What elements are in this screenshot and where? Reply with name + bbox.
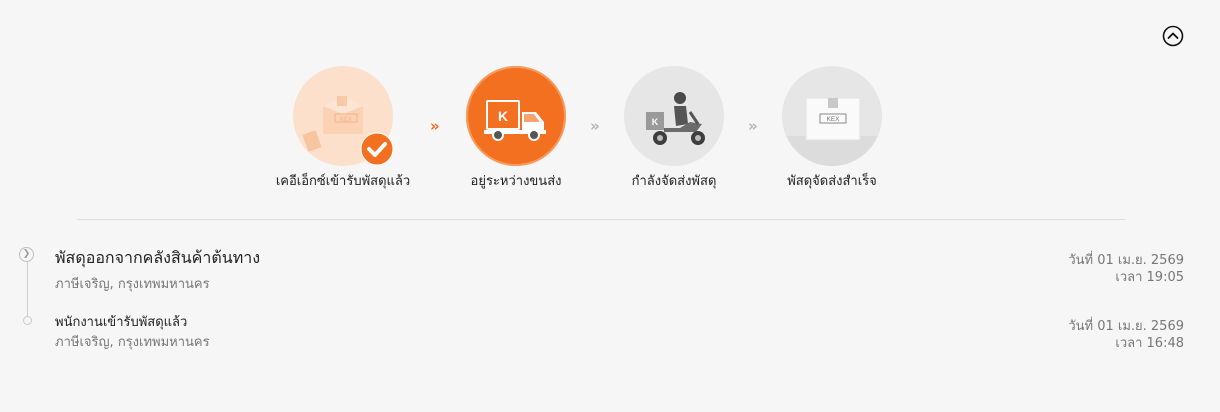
step-arrow-icon: » bbox=[590, 117, 600, 135]
svg-text:K: K bbox=[652, 117, 659, 127]
step-picked-up: KEX เคอีเอ็กซ์เข้ารับพัสดุแล้ว bbox=[276, 66, 410, 189]
step-delivered: KEX พัสดุจัดส่งสำเร็จ bbox=[782, 66, 882, 189]
timeline-current-chevron-icon: ❯ bbox=[19, 247, 34, 262]
box-icon: KEX bbox=[293, 66, 394, 166]
svg-text:KEX: KEX bbox=[340, 117, 352, 123]
step-label: พัสดุจัดส่งสำเร็จ bbox=[787, 174, 877, 189]
event-title: พัสดุออกจากคลังสินค้าต้นทาง bbox=[55, 248, 261, 267]
step-out-for-delivery: K กำลังจัดส่งพัสดุ bbox=[624, 66, 724, 189]
step-label: กำลังจัดส่งพัสดุ bbox=[631, 174, 717, 189]
event-time: เวลา 19:05 bbox=[1115, 270, 1184, 285]
event-location: ภาษีเจริญ, กรุงเทพมหานคร bbox=[55, 277, 210, 292]
check-badge-icon bbox=[360, 132, 394, 166]
truck-icon: K bbox=[466, 66, 566, 166]
step-label: เคอีเอ็กซ์เข้ารับพัสดุแล้ว bbox=[275, 174, 411, 189]
timeline-line bbox=[27, 262, 28, 316]
event-datetime: วันที่ 01 เม.ย. 2569 เวลา 19:05 bbox=[1068, 252, 1184, 286]
step-label: อยู่ระหว่างขนส่ง bbox=[470, 174, 562, 189]
step-arrow-icon: » bbox=[748, 117, 758, 135]
event-time: เวลา 16:48 bbox=[1115, 336, 1184, 351]
step-arrow-icon: » bbox=[430, 117, 440, 135]
box-icon: KEX bbox=[782, 66, 882, 166]
scooter-courier-icon: K bbox=[624, 66, 724, 166]
event-location: ภาษีเจริญ, กรุงเทพมหานคร bbox=[55, 335, 210, 350]
step-in-transit: K อยู่ระหว่างขนส่ง bbox=[466, 66, 566, 189]
timeline-dot bbox=[23, 316, 32, 325]
section-divider bbox=[77, 219, 1125, 220]
svg-text:KEX: KEX bbox=[826, 116, 840, 123]
event-datetime: วันที่ 01 เม.ย. 2569 เวลา 16:48 bbox=[1068, 318, 1184, 352]
tracking-progress-steps: KEX เคอีเอ็กซ์เข้ารับพัสดุแล้ว » K อยู่ร… bbox=[0, 0, 1220, 200]
event-title: พนักงานเข้ารับพัสดุแล้ว bbox=[55, 315, 188, 330]
event-date: วันที่ 01 เม.ย. 2569 bbox=[1068, 253, 1184, 268]
event-date: วันที่ 01 เม.ย. 2569 bbox=[1068, 319, 1184, 334]
